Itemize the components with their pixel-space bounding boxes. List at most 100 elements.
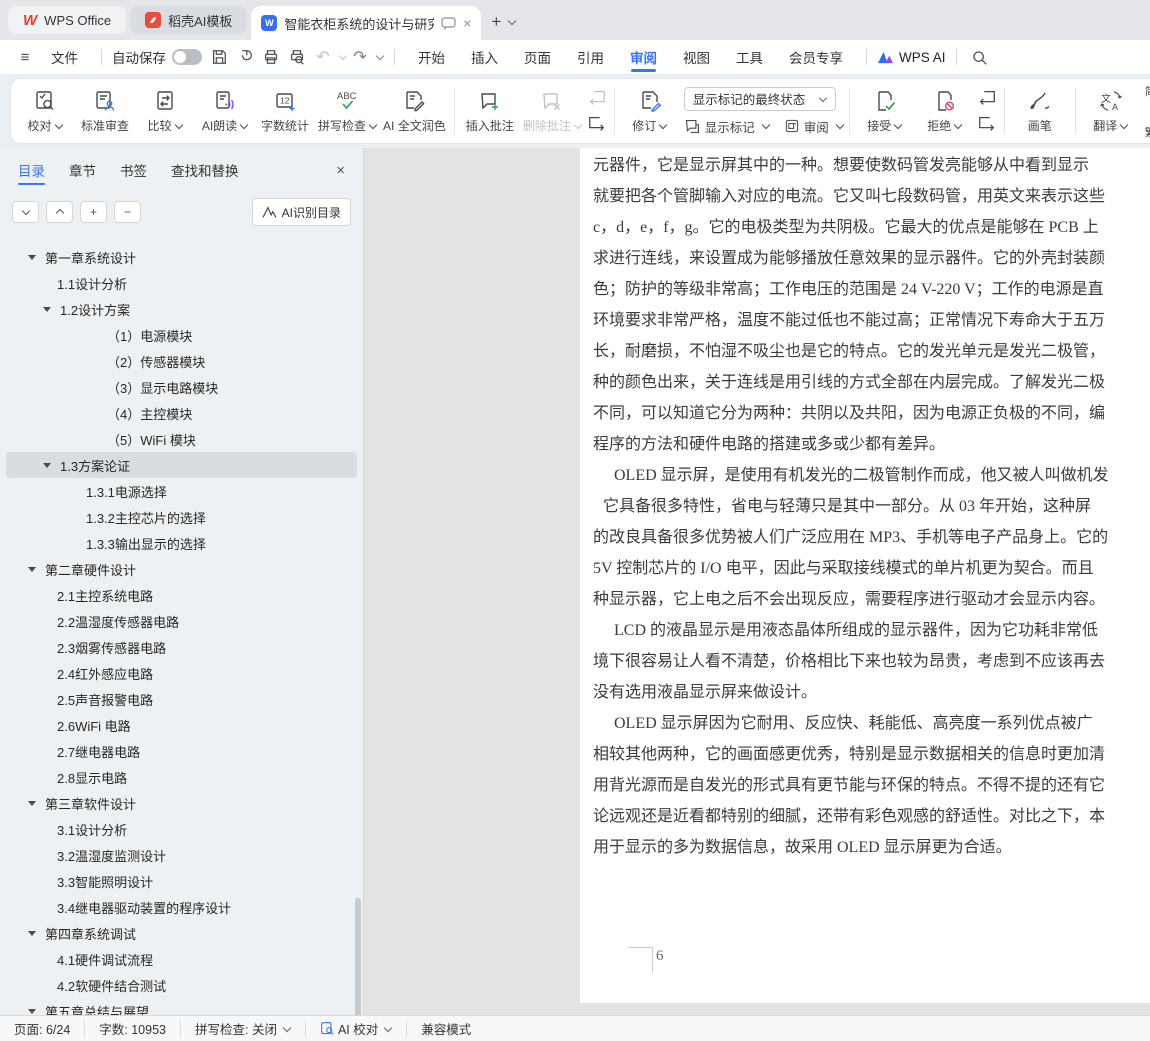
expand-arrow-icon[interactable]	[28, 255, 36, 260]
doc-line[interactable]: OLED 显示屏因为它耐用、反应快、耗能低、高亮度一系列优点被广	[593, 708, 1150, 739]
reject-change-button[interactable]: 拒绝	[915, 82, 975, 140]
markup-state-dropdown[interactable]: 显示标记的最终状态	[684, 87, 836, 111]
menu-view[interactable]: 视图	[670, 40, 723, 74]
toc-item[interactable]: 2.1主控系统电路	[6, 582, 357, 608]
toc-item[interactable]: 3.2温湿度监测设计	[6, 842, 357, 868]
history-chevron-icon[interactable]	[376, 52, 384, 60]
sidebar-tab-chapters[interactable]: 章节	[69, 148, 96, 192]
toc-item[interactable]: 2.7继电器电路	[6, 738, 357, 764]
insert-comment-button[interactable]: 插入批注	[460, 82, 520, 140]
doc-line[interactable]: OLED 显示屏，是使用有机发光的二极管制作而成，他又被人叫做机发	[593, 460, 1150, 491]
accept-change-button[interactable]: 接受	[855, 82, 915, 140]
close-sidebar-icon[interactable]: ×	[336, 162, 345, 179]
toc-item[interactable]: 3.3智能照明设计	[6, 868, 357, 894]
track-changes-button[interactable]: 修订	[620, 82, 680, 140]
sidebar-tab-find-replace[interactable]: 查找和替换	[171, 148, 239, 192]
wps-ai-button[interactable]: WPS AI	[877, 50, 946, 65]
ai-polish-button[interactable]: AI 全文润色	[380, 82, 449, 140]
toc-item[interactable]: 2.8显示电路	[6, 764, 357, 790]
ai-proofread-status[interactable]: AI 校对	[316, 1019, 396, 1038]
print-icon[interactable]	[258, 45, 284, 69]
ink-pen-button[interactable]: 画笔	[1010, 82, 1070, 140]
doc-line[interactable]: 程序的方法和硬件电路的搭建或多或少都有差异。	[593, 429, 1150, 460]
expand-arrow-icon[interactable]	[28, 801, 36, 806]
menu-page[interactable]: 页面	[511, 40, 564, 74]
doc-line[interactable]: 境下很容易让人看不清楚，价格相比下来也较为昂贵，考虑到不应该再去	[593, 646, 1150, 677]
toc-item[interactable]: 3.1设计分析	[6, 816, 357, 842]
toc-item[interactable]: （4）主控模块	[6, 400, 357, 426]
close-tab-icon[interactable]: ×	[463, 15, 471, 31]
menu-reference[interactable]: 引用	[564, 40, 617, 74]
menu-home[interactable]: 开始	[405, 40, 458, 74]
doc-line[interactable]: 没有选用液晶显示屏来做设计。	[593, 677, 1150, 708]
doc-line[interactable]: 环境要求非常严格，温度不能过低也不能过高；正常情况下寿命大于五万	[593, 305, 1150, 336]
print-preview-icon[interactable]	[284, 45, 310, 69]
menu-insert[interactable]: 插入	[458, 40, 511, 74]
doc-line[interactable]: 种显示器，它上电之后不会出现反应，需要程序进行驱动才会显示内容。	[593, 584, 1150, 615]
toc-item[interactable]: 第二章硬件设计	[6, 556, 357, 582]
toc-item[interactable]: 1.3.2主控芯片的选择	[6, 504, 357, 530]
show-markup-button[interactable]: 显示标记	[684, 117, 770, 136]
menu-file[interactable]: 文件	[38, 40, 91, 74]
doc-line[interactable]: c，d，e，f，g。它的电极类型为共阴极。它最大的优点是能够在 PCB 上	[593, 212, 1150, 243]
doc-line[interactable]: 的改良具备很多优势被人们广泛应用在 MP3、手机等电子产品身上。它的	[593, 522, 1150, 553]
doc-line[interactable]: 长，耐磨损，不怕湿不吸尘也是它的特点。它的发光单元是发光二极管，	[593, 336, 1150, 367]
toc-item[interactable]: 4.1硬件调试流程	[6, 946, 357, 972]
spell-check-button[interactable]: ABC 拼写检查	[315, 82, 380, 140]
word-count-button[interactable]: 12 字数统计	[255, 82, 315, 140]
doc-line[interactable]: 就要把各个管脚输入对应的电流。它又叫七段数码管，用英文来表示这些	[593, 181, 1150, 212]
toc-item[interactable]: 1.1设计分析	[6, 270, 357, 296]
page-indicator[interactable]: 页面: 6/24	[10, 1019, 74, 1038]
previous-change-icon[interactable]	[977, 88, 997, 108]
expand-all-button[interactable]	[12, 201, 39, 223]
doc-line[interactable]: 种的颜色出来，关于连线是用引线的方式全部在内层完成。了解发光二极	[593, 367, 1150, 398]
doc-line[interactable]: 元器件，它是显示屏其中的一种。想要使数码管发亮能够从中看到显示	[593, 150, 1150, 181]
save-icon[interactable]	[206, 45, 232, 69]
collapse-all-button[interactable]	[46, 201, 73, 223]
toc-item[interactable]: 4.2软硬件结合测试	[6, 972, 357, 998]
search-icon[interactable]	[967, 45, 993, 69]
toc-item[interactable]: 2.6WiFi 电路	[6, 712, 357, 738]
toc-item[interactable]: 1.3方案论证	[6, 452, 357, 478]
menu-review[interactable]: 审阅	[617, 40, 670, 74]
doc-line[interactable]: 相较其他两种，它的画面感更优秀，特别是显示数据相关的信息时更加清	[593, 739, 1150, 770]
doc-line[interactable]: 不同，可以知道它分为两种：共阴以及共阳，因为电源正负极的不同，编	[593, 398, 1150, 429]
translate-button[interactable]: 文A 翻译	[1081, 82, 1141, 140]
toc-item[interactable]: （5）WiFi 模块	[6, 426, 357, 452]
menu-tools[interactable]: 工具	[723, 40, 776, 74]
expand-arrow-icon[interactable]	[28, 567, 36, 572]
next-comment-icon[interactable]	[587, 114, 607, 134]
toc-item[interactable]: 3.4继电器驱动装置的程序设计	[6, 894, 357, 920]
doc-line[interactable]: 5V 控制芯片的 I/O 电平，因此与采取接线模式的单片机更为契合。而且	[593, 553, 1150, 584]
toc-item[interactable]: 1.3.3输出显示的选择	[6, 530, 357, 556]
sidebar-tab-bookmarks[interactable]: 书签	[120, 148, 147, 192]
toc-item[interactable]: 2.4红外感应电路	[6, 660, 357, 686]
ai-read-aloud-button[interactable]: AI朗读	[195, 82, 255, 140]
toc-item[interactable]: 2.5声音报警电路	[6, 686, 357, 712]
proofread-button[interactable]: 校对	[15, 82, 75, 140]
toc-item[interactable]: 第三章软件设计	[6, 790, 357, 816]
chat-icon[interactable]	[441, 17, 456, 30]
redo-icon[interactable]: ↷	[347, 45, 373, 69]
tab-list-chevron-icon[interactable]	[508, 17, 516, 25]
new-tab-button[interactable]: +	[491, 12, 501, 32]
doc-line[interactable]: 色；防护的等级非常高；工作电压的范围是 24 V-220 V；工作的电源是直	[593, 274, 1150, 305]
doc-line[interactable]: 它具备很多特性，省电与轻薄只是其中一部分。从 03 年开始，这种屏	[593, 491, 1150, 522]
toc-item[interactable]: 2.2温湿度传感器电路	[6, 608, 357, 634]
toc-item[interactable]: 2.3烟雾传感器电路	[6, 634, 357, 660]
compare-button[interactable]: 比较	[135, 82, 195, 140]
toc-item[interactable]: 第五章总结与展望	[6, 998, 357, 1015]
menu-member[interactable]: 会员专享	[776, 40, 856, 74]
doc-line[interactable]: 论远观还是近看都特别的细腻，还带有彩色观感的舒适性。对比之下，本	[593, 801, 1150, 832]
doc-line[interactable]: 求进行连线，来设置成为能够播放任意效果的显示器件。它的外壳封装颜	[593, 243, 1150, 274]
reviewers-button[interactable]: 审阅	[784, 117, 844, 136]
autosave-toggle[interactable]	[172, 49, 202, 65]
expand-arrow-icon[interactable]	[28, 1009, 36, 1014]
to-simplified-button[interactable]: 繁→ 转简	[1145, 115, 1150, 149]
toc-item[interactable]: 第一章系统设计	[6, 244, 357, 270]
hamburger-icon[interactable]: ≡	[12, 45, 38, 69]
export-icon[interactable]	[232, 45, 258, 69]
tab-wps-office[interactable]: W WPS Office	[8, 6, 126, 34]
toc-item[interactable]: （2）传感器模块	[6, 348, 357, 374]
doc-line[interactable]: 用背光源而是自发光的形式具有更节能与环保的特点。不得不提的还有它	[593, 770, 1150, 801]
